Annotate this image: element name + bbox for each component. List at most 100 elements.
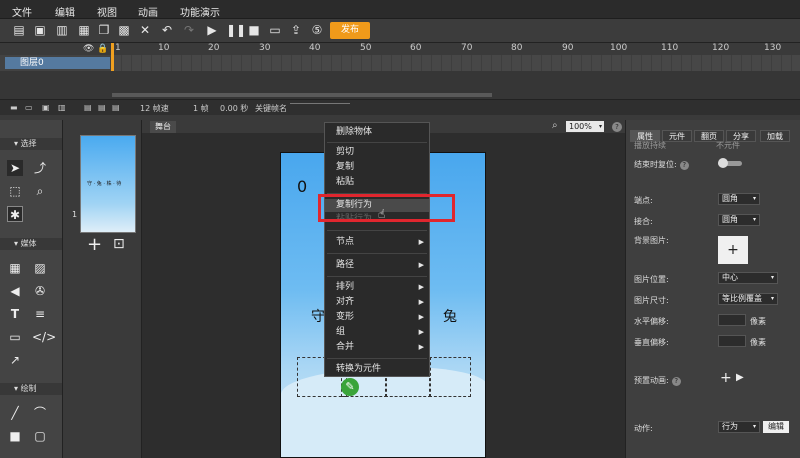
play-preset-icon[interactable]: ▶ — [736, 372, 744, 383]
stop-icon[interactable]: ■ — [247, 23, 261, 37]
code-icon[interactable]: </> — [32, 329, 56, 345]
edit-button[interactable]: 编辑 — [763, 421, 789, 433]
publish-button[interactable]: 发布 — [330, 22, 370, 39]
tools-section-media[interactable]: ▾ 媒体 — [0, 238, 62, 250]
trash-icon[interactable]: ▥ — [58, 103, 66, 112]
rounded-rect-icon[interactable]: ▢ — [32, 428, 48, 444]
folder-icon[interactable]: ▭ — [25, 103, 33, 112]
insert-keyframe-icon[interactable]: ▤ — [98, 103, 106, 112]
add-layer-icon[interactable]: ▬ — [10, 103, 18, 112]
line-icon[interactable]: ╱ — [7, 405, 23, 421]
menu-file[interactable]: 文件 — [12, 4, 32, 19]
keyframe-name-input[interactable] — [290, 103, 350, 104]
new-file-icon[interactable]: ▤ — [12, 23, 26, 37]
select-arrow-icon[interactable]: ➤ — [7, 160, 23, 176]
play-icon[interactable]: ▶ — [205, 23, 219, 37]
tools-section-select[interactable]: ▾ 选择 — [0, 138, 62, 150]
timeline-ruler: 👁 🔒 1 10 20 30 40 50 60 70 80 90 100 110… — [0, 43, 800, 55]
ruler-tick: 130 — [764, 43, 782, 53]
cut-icon[interactable]: ▦ — [77, 23, 91, 37]
video-icon[interactable]: ✇ — [32, 283, 48, 299]
pause-icon[interactable]: ❚❚ — [226, 23, 246, 37]
add-preset-icon[interactable]: + — [720, 370, 732, 386]
tools-section-draw[interactable]: ▾ 绘制 — [0, 383, 62, 395]
node-select-icon[interactable]: ⤴ — [32, 160, 48, 176]
add-image-button[interactable]: + — [718, 236, 748, 264]
redo-icon[interactable]: ↷ — [182, 23, 196, 37]
rectangle-icon[interactable]: ■ — [7, 428, 23, 444]
menu-item-transform[interactable]: 变形 ▶ — [325, 311, 429, 324]
paste-icon[interactable]: ▩ — [117, 23, 131, 37]
timeline-scrollbar[interactable] — [112, 93, 492, 97]
endpoint-select[interactable]: 圆角 ▾ — [718, 193, 760, 205]
remove-frame-icon[interactable]: ▤ — [112, 103, 120, 112]
behavior-tool-icon[interactable]: ✱ — [7, 206, 23, 222]
menu-edit[interactable]: 编辑 — [55, 4, 75, 19]
menu-item-paste[interactable]: 粘贴 — [325, 176, 429, 189]
search-icon[interactable]: ⌕ — [552, 120, 558, 131]
curve-icon[interactable]: ⌒ — [32, 405, 48, 421]
delete-layer-icon[interactable]: ▣ — [42, 103, 50, 112]
join-select[interactable]: 圆角 ▾ — [718, 214, 760, 226]
image-icon[interactable]: ▨ — [32, 260, 48, 276]
html5-icon[interactable]: ⑤ — [310, 23, 324, 37]
insert-frame-icon[interactable]: ▤ — [84, 103, 92, 112]
menu-item-align[interactable]: 对齐 ▶ — [325, 296, 429, 309]
wrench-icon[interactable]: ✎ — [341, 378, 359, 396]
menu-item-cut[interactable]: 剪切 — [325, 146, 429, 159]
add-scene-icon[interactable]: + — [87, 234, 102, 255]
tab-load[interactable]: 加载 — [760, 130, 790, 142]
save-as-icon[interactable]: ▥ — [55, 23, 69, 37]
text-icon[interactable]: T — [7, 306, 23, 322]
lock-icon[interactable]: 🔒 — [97, 44, 108, 54]
menu-item-copy[interactable]: 复制 — [325, 161, 429, 174]
help-icon[interactable]: ? — [671, 377, 681, 386]
save-icon[interactable]: ▣ — [33, 23, 47, 37]
action-select[interactable]: 行为 ▾ — [718, 421, 760, 433]
zoom-select[interactable]: 100% ▾ — [566, 121, 604, 132]
copy-icon[interactable]: ❐ — [97, 23, 111, 37]
web-icon[interactable]: ▭ — [7, 329, 23, 345]
img-size-select[interactable]: 等比例覆盖 ▾ — [718, 293, 778, 305]
frame-track[interactable] — [112, 55, 800, 71]
chart-icon[interactable]: ↗ — [7, 352, 23, 368]
h-offset-input[interactable] — [718, 314, 746, 326]
menu-item-convert-symbol[interactable]: 转换为元件 — [325, 363, 429, 376]
playhead[interactable] — [111, 43, 114, 71]
share-icon[interactable]: ⇪ — [289, 23, 303, 37]
menu-view[interactable]: 视图 — [97, 4, 117, 19]
menu-item-group[interactable]: 组 ▶ — [325, 326, 429, 339]
eye-icon[interactable]: 👁 — [83, 44, 94, 54]
zoom-icon[interactable]: ⌕ — [32, 183, 48, 199]
reset-toggle[interactable] — [718, 158, 742, 168]
undo-icon[interactable]: ↶ — [160, 23, 174, 37]
menu-animation[interactable]: 动画 — [138, 4, 158, 19]
insert-scene-icon[interactable]: ⊡ — [113, 236, 125, 252]
tab-stage[interactable]: 舞台 — [150, 121, 176, 133]
menu-item-path[interactable]: 路径 ▶ — [325, 259, 429, 272]
join-label: 接合: — [634, 217, 653, 226]
sound-icon[interactable]: ◀ — [7, 283, 23, 299]
help-icon[interactable]: ? — [679, 161, 689, 170]
menu-item-merge[interactable]: 合并 ▶ — [325, 341, 429, 354]
grid-icon[interactable]: ▦ — [7, 260, 23, 276]
char-left[interactable]: 守 — [311, 306, 325, 326]
img-pos-select[interactable]: 中心 ▾ — [718, 272, 778, 284]
v-offset-input[interactable] — [718, 335, 746, 347]
score-text[interactable]: 0 — [297, 177, 307, 196]
char-right[interactable]: 兔 — [443, 306, 457, 326]
transform-icon[interactable]: ⬚ — [7, 183, 23, 199]
preview-icon[interactable]: ▭ — [268, 23, 282, 37]
paragraph-icon[interactable]: ≡ — [32, 306, 48, 322]
selection-box[interactable] — [429, 357, 471, 397]
layer-item[interactable]: 图层0 — [5, 57, 110, 69]
delete-icon[interactable]: ✕ — [138, 23, 152, 37]
menu-demo[interactable]: 功能演示 — [180, 4, 220, 19]
scene-thumbnail[interactable]: 守 · 兔 · 株 · 待 — [80, 135, 136, 233]
tab-symbols[interactable]: 元件 — [662, 130, 692, 142]
menu-item-arrange[interactable]: 排列 ▶ — [325, 281, 429, 294]
menu-item-delete[interactable]: 删除物体 — [325, 126, 429, 139]
help-icon[interactable]: ? — [612, 122, 622, 132]
menu-item-node[interactable]: 节点 ▶ — [325, 236, 429, 249]
timeline-body — [0, 71, 800, 99]
